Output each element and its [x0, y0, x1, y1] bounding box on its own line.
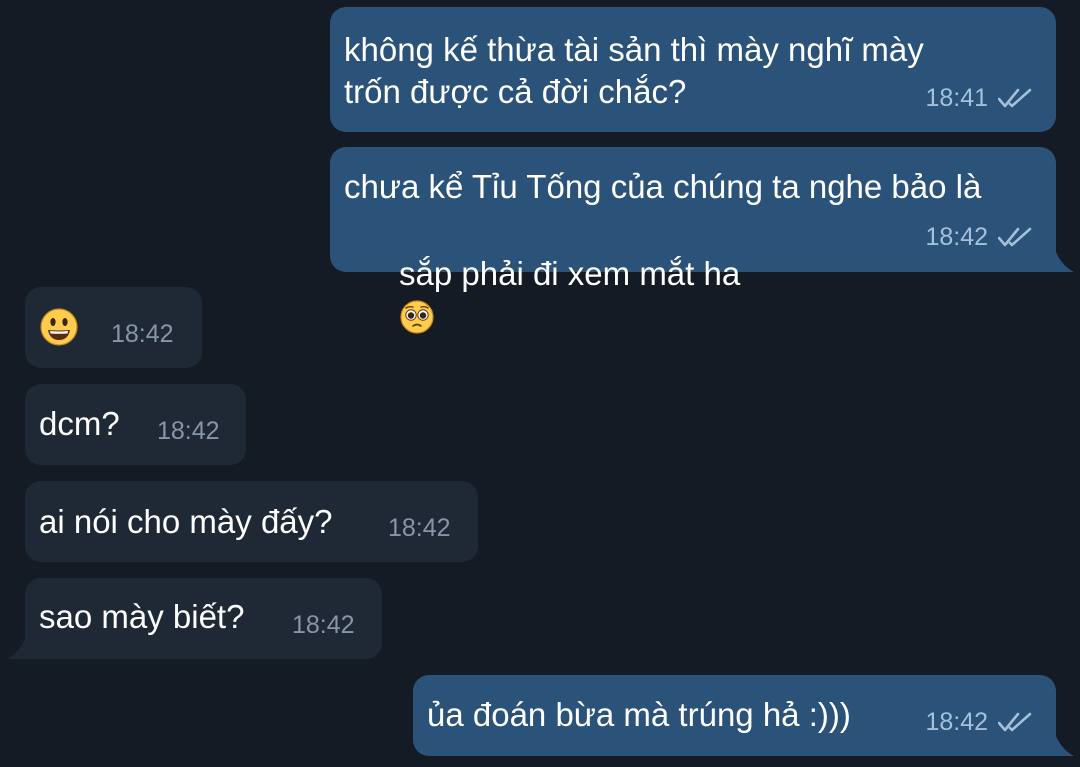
incoming-message-bubble[interactable]: 18:42: [25, 287, 202, 368]
message-time: 18:42: [925, 223, 988, 251]
incoming-message-bubble[interactable]: ai nói cho mày đấy? 18:42: [25, 481, 478, 562]
incoming-message-bubble[interactable]: dcm? 18:42: [25, 384, 246, 465]
message-time: 18:42: [157, 417, 220, 445]
message-text: ủa đoán bừa mà trúng hả :))): [427, 696, 851, 733]
message-time: 18:42: [925, 708, 988, 736]
message-text-line: không kế thừa tài sản thì mày nghĩ mày: [344, 31, 924, 68]
read-double-check-icon: [998, 712, 1032, 732]
message-text-line: trốn được cả đời chắc?: [344, 73, 687, 110]
message-time: 18:41: [925, 84, 988, 112]
bubble-tail: [1056, 736, 1074, 756]
message-text: ai nói cho mày đấy?: [39, 503, 333, 540]
message-time: 18:42: [111, 320, 174, 348]
grinning-face-icon: [40, 308, 78, 346]
message-text: sao mày biết?: [39, 598, 245, 635]
read-double-check-icon: [998, 227, 1032, 247]
outgoing-message-bubble[interactable]: chưa kể Tỉu Tống của chúng ta nghe bảo l…: [330, 147, 1056, 334]
outgoing-message-bubble[interactable]: không kế thừa tài sản thì mày nghĩ mày t…: [330, 7, 1056, 132]
message-text-line: chưa kể Tỉu Tống của chúng ta nghe bảo l…: [344, 168, 982, 205]
pleading-face-icon: [400, 300, 434, 334]
outgoing-message-bubble[interactable]: ủa đoán bừa mà trúng hả :))) 18:42: [413, 675, 1056, 756]
bubble-tail: [7, 639, 25, 659]
incoming-message-bubble[interactable]: sao mày biết? 18:42: [25, 578, 382, 659]
read-double-check-icon: [998, 88, 1032, 108]
bubble-tail: [1056, 252, 1074, 272]
chat-message-list[interactable]: không kế thừa tài sản thì mày nghĩ mày t…: [0, 0, 1080, 767]
message-text-line: sắp phải đi xem mắt ha: [399, 255, 741, 292]
message-time: 18:42: [292, 611, 355, 639]
message-time: 18:42: [388, 514, 451, 542]
message-text: dcm?: [39, 405, 120, 442]
